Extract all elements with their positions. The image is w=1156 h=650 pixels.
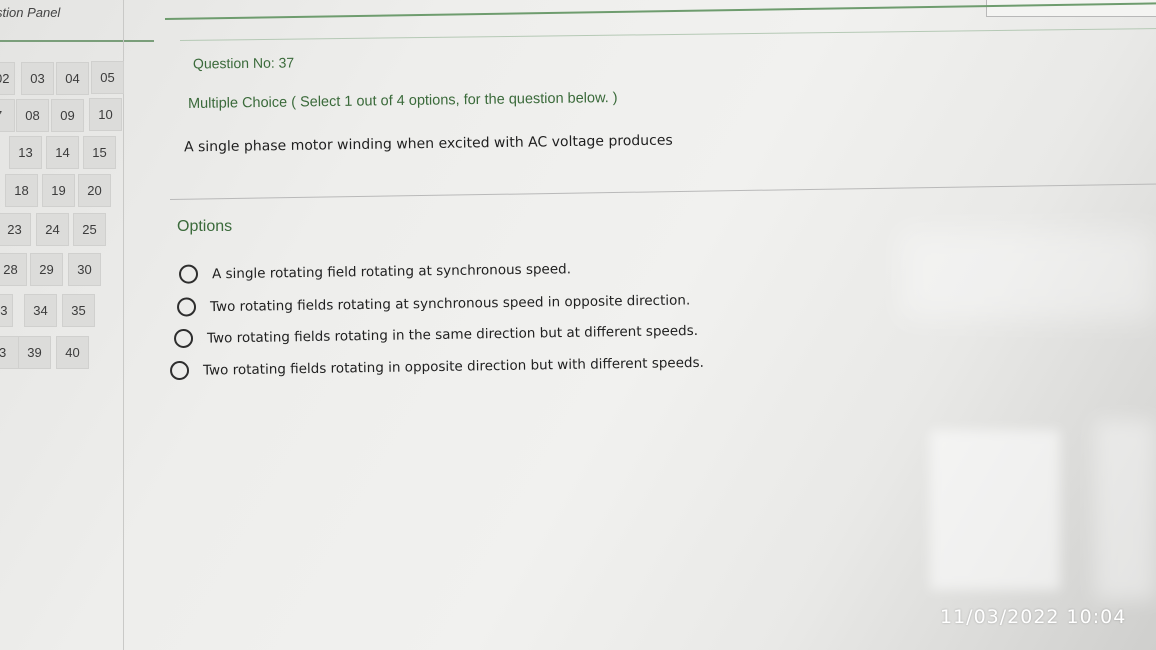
- question-number-cell[interactable]: 3: [0, 336, 19, 369]
- question-text: A single phase motor winding when excite…: [183, 132, 673, 156]
- option-row[interactable]: Two rotating fields rotating at synchron…: [176, 290, 691, 317]
- option-text: A single rotating field rotating at sync…: [211, 260, 572, 282]
- question-number-label: 05: [100, 70, 115, 85]
- question-number-label: 24: [45, 222, 60, 237]
- question-number-cell[interactable]: 40: [56, 336, 89, 369]
- option-text: Two rotating fields rotating at synchron…: [209, 291, 691, 315]
- question-top-divider: [179, 28, 1156, 41]
- question-number-cell[interactable]: 35: [62, 294, 95, 327]
- question-number-label: 7: [0, 108, 2, 123]
- photo-timestamp: 11/03/2022 10:04: [940, 606, 1127, 628]
- question-number-cell[interactable]: 09: [51, 99, 84, 132]
- question-number-cell[interactable]: 13: [9, 136, 42, 169]
- question-number-cell[interactable]: 29: [30, 253, 63, 286]
- option-text: Two rotating fields rotating in opposite…: [202, 354, 704, 379]
- question-number-cell[interactable]: 24: [36, 213, 69, 246]
- radio-button-icon[interactable]: [169, 360, 190, 381]
- question-number-cell[interactable]: 7: [0, 99, 15, 132]
- question-number-label: 13: [18, 145, 33, 160]
- question-number-cell[interactable]: 18: [5, 174, 38, 207]
- question-number-label: 18: [14, 183, 29, 198]
- question-number-label: 14: [55, 145, 70, 160]
- question-number-cell[interactable]: 14: [46, 136, 79, 169]
- question-number-cell[interactable]: 30: [68, 253, 101, 286]
- option-text: Two rotating fields rotating in the same…: [206, 322, 699, 347]
- question-number-label: 10: [98, 107, 113, 122]
- question-number-cell[interactable]: 10: [89, 98, 122, 131]
- question-number-title: Question No: 37: [192, 54, 295, 72]
- question-number-cell[interactable]: 20: [78, 174, 111, 207]
- question-number-cell[interactable]: 39: [18, 336, 51, 369]
- question-number-cell[interactable]: 03: [21, 62, 54, 95]
- option-row[interactable]: Two rotating fields rotating in opposite…: [169, 353, 704, 381]
- question-number-cell[interactable]: 33: [0, 294, 13, 327]
- radio-button-icon[interactable]: [173, 328, 194, 349]
- screen-glare: [930, 430, 1060, 590]
- question-number-label: 09: [60, 108, 75, 123]
- question-number-label: 3: [0, 345, 7, 360]
- screen-glare: [900, 230, 1156, 320]
- question-number-label: 03: [30, 71, 45, 86]
- panel-vertical-divider: [123, 0, 124, 650]
- question-number-cell[interactable]: 02: [0, 62, 15, 95]
- question-number-label: 34: [33, 303, 48, 318]
- question-number-label: 23: [7, 222, 22, 237]
- radio-button-icon[interactable]: [176, 297, 197, 317]
- panel-divider: [0, 40, 154, 42]
- question-number-label: 35: [71, 303, 86, 318]
- question-number-label: 08: [25, 108, 40, 123]
- options-heading: Options: [177, 218, 233, 235]
- question-type-instructions: Multiple Choice ( Select 1 out of 4 opti…: [187, 90, 618, 112]
- question-number-label: 39: [27, 345, 42, 360]
- radio-button-icon[interactable]: [178, 264, 199, 284]
- question-number-label: 25: [82, 222, 97, 237]
- question-number-label: 02: [0, 71, 10, 86]
- question-number-cell[interactable]: 19: [42, 174, 75, 207]
- option-row[interactable]: A single rotating field rotating at sync…: [178, 259, 572, 284]
- question-number-label: 15: [92, 145, 107, 160]
- question-number-label: 29: [39, 262, 54, 277]
- question-number-cell[interactable]: 34: [24, 294, 57, 327]
- question-number-cell[interactable]: 08: [16, 99, 49, 132]
- question-number-cell[interactable]: 15: [83, 136, 116, 169]
- question-options-divider: [169, 183, 1156, 200]
- question-number-cell[interactable]: 23: [0, 213, 31, 246]
- question-number-cell[interactable]: 28: [0, 253, 27, 286]
- screen-glare: [1095, 420, 1156, 600]
- question-number-label: 04: [65, 71, 80, 86]
- question-number-label: 20: [87, 183, 102, 198]
- question-number-label: 30: [77, 262, 92, 277]
- question-number-cell[interactable]: 05: [91, 61, 124, 94]
- question-number-label: 28: [3, 262, 18, 277]
- question-number-cell[interactable]: 25: [73, 213, 106, 246]
- question-panel-title: stion Panel: [0, 5, 61, 20]
- question-number-cell[interactable]: 04: [56, 62, 89, 95]
- question-number-label: 19: [51, 183, 66, 198]
- question-number-label: 33: [0, 303, 8, 318]
- question-number-label: 40: [65, 345, 80, 360]
- option-row[interactable]: Two rotating fields rotating in the same…: [173, 321, 699, 349]
